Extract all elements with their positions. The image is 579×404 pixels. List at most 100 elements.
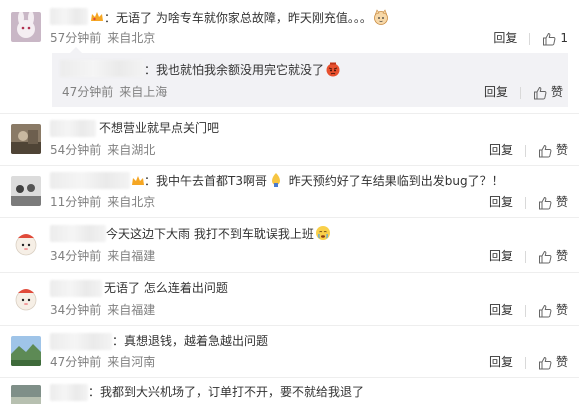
comment-item: ：无语了 为啥专车就你家总故障，昨天刚充值。。。 57分钟前 来自北京 回复 1 … xyxy=(0,0,579,112)
comment-time: 34分钟前 xyxy=(50,249,102,263)
comment-actions: 回复 1 xyxy=(493,30,568,47)
avatar[interactable] xyxy=(11,124,41,154)
reply-body: ：我也就怕我余额没用完它就没了 xyxy=(144,63,325,77)
like-count: 1 xyxy=(560,31,568,45)
reply-actions: 回复 赞 xyxy=(484,84,563,101)
comment-source: 来自福建 xyxy=(107,303,156,317)
cat-emoji-icon xyxy=(373,9,389,25)
avatar[interactable] xyxy=(11,283,41,313)
username[interactable] xyxy=(50,8,88,25)
thumbs-up-icon xyxy=(543,32,556,45)
avatar[interactable] xyxy=(11,336,41,366)
username[interactable] xyxy=(50,384,88,401)
like-button[interactable]: 1 xyxy=(542,30,568,47)
comment-item: ：真想退钱，越着急越出问题 47分钟前 来自河南 回复 赞 xyxy=(0,326,579,376)
reply-button[interactable]: 回复 xyxy=(489,142,513,159)
thumbs-up-icon xyxy=(538,144,552,157)
comment-item: ：我中午去首都T3啊哥 昨天预约好了车结果临到出发bug了？！ 11分钟前 来自北… xyxy=(0,166,579,216)
action-divider xyxy=(524,356,526,369)
comment-body: 今天这边下大雨 我打不到车耽误我上班 xyxy=(106,227,314,241)
username[interactable] xyxy=(50,280,102,297)
comment-source: 来自福建 xyxy=(107,249,156,263)
like-button[interactable]: 赞 xyxy=(538,248,568,265)
comment-text: ：真想退钱，越着急越出问题 xyxy=(112,334,269,348)
comment-time: 34分钟前 xyxy=(50,303,102,317)
like-button[interactable]: 赞 xyxy=(538,354,568,371)
reply-username[interactable] xyxy=(60,60,144,77)
comment-meta: 54分钟前 来自湖北 xyxy=(50,142,155,159)
reply-thread: ：我也就怕我余额没用完它就没了 47分钟前 来自上海 回复 赞 xyxy=(52,47,568,107)
like-label: 赞 xyxy=(555,249,568,263)
like-label: 赞 xyxy=(555,355,568,369)
comment-text: ：我都到大兴机场了，订单打不开，要不就给我退了 xyxy=(88,385,365,399)
comment-text: ：我中午去首都T3啊哥 昨天预约好了车结果临到出发bug了？！ xyxy=(144,172,504,190)
reply-button[interactable]: 回复 xyxy=(489,248,513,265)
comment-time: 11分钟前 xyxy=(50,195,102,209)
like-label: 赞 xyxy=(555,303,568,317)
vip-badge-icon xyxy=(131,175,145,187)
action-divider xyxy=(519,86,521,99)
like-button[interactable]: 赞 xyxy=(538,302,568,319)
comment-time: 47分钟前 xyxy=(50,355,102,369)
vip-crown-icon xyxy=(90,11,104,23)
comment-text: 今天这边下大雨 我打不到车耽误我上班 xyxy=(106,225,332,243)
like-label: 赞 xyxy=(555,195,568,209)
comment-item: ：我都到大兴机场了，订单打不开，要不就给我退了 xyxy=(0,378,579,404)
like-label: 赞 xyxy=(555,143,568,157)
reply-button[interactable]: 回复 xyxy=(484,84,508,101)
sweat-face-emoji-icon xyxy=(268,172,284,188)
reply-source: 来自上海 xyxy=(119,85,168,99)
reply-time: 47分钟前 xyxy=(62,85,114,99)
comment-source: 来自北京 xyxy=(107,195,156,209)
comment-meta: 34分钟前 来自福建 xyxy=(50,248,155,265)
comment-source: 来自河南 xyxy=(107,355,156,369)
action-divider xyxy=(524,304,526,317)
username[interactable] xyxy=(50,172,130,189)
reply-button[interactable]: 回复 xyxy=(489,194,513,211)
comment-meta: 34分钟前 来自福建 xyxy=(50,302,155,319)
comment-time: 54分钟前 xyxy=(50,143,102,157)
username[interactable] xyxy=(50,225,106,242)
angry-face-emoji-icon xyxy=(325,61,341,77)
comment-body-continued: 昨天预约好了车结果临到出发bug了？！ xyxy=(288,174,504,188)
reply-button[interactable]: 回复 xyxy=(493,30,517,47)
comment-text: ：无语了 为啥专车就你家总故障，昨天刚充值。。。 xyxy=(104,9,390,27)
thumbs-up-icon xyxy=(538,304,552,317)
username[interactable] xyxy=(50,120,96,137)
like-button[interactable]: 赞 xyxy=(538,142,568,159)
avatar[interactable] xyxy=(11,12,41,42)
comment-actions: 回复 赞 xyxy=(489,354,568,371)
comment-source: 来自北京 xyxy=(107,31,156,45)
comment-item: 不想营业就早点关门吧 54分钟前 来自湖北 回复 赞 xyxy=(0,114,579,164)
reply-button[interactable]: 回复 xyxy=(489,302,513,319)
username[interactable] xyxy=(50,333,112,350)
action-divider xyxy=(524,144,526,157)
like-label: 赞 xyxy=(550,85,563,99)
action-divider xyxy=(529,32,531,45)
comment-text: 无语了 怎么连着出问题 xyxy=(104,281,228,295)
comment-source: 来自湖北 xyxy=(107,143,156,157)
avatar[interactable] xyxy=(11,385,41,404)
like-button[interactable]: 赞 xyxy=(533,84,563,101)
comment-actions: 回复 赞 xyxy=(489,194,568,211)
comment-actions: 回复 赞 xyxy=(489,248,568,265)
comment-body: ：无语了 为啥专车就你家总故障，昨天刚充值。。。 xyxy=(104,11,372,25)
comment-item: 无语了 怎么连着出问题 34分钟前 来自福建 回复 赞 xyxy=(0,273,579,324)
crying-face-emoji-icon xyxy=(315,225,331,241)
comment-body: ：我中午去首都T3啊哥 xyxy=(144,174,267,188)
comment-actions: 回复 赞 xyxy=(489,302,568,319)
reply-meta: 47分钟前 来自上海 xyxy=(62,84,167,101)
avatar[interactable] xyxy=(11,176,41,206)
thumbs-up-icon xyxy=(533,86,547,99)
comment-meta: 11分钟前 来自北京 xyxy=(50,194,155,211)
comment-meta: 47分钟前 来自河南 xyxy=(50,354,155,371)
thumbs-up-icon xyxy=(538,356,552,369)
action-divider xyxy=(524,250,526,263)
comment-actions: 回复 赞 xyxy=(489,142,568,159)
action-divider xyxy=(524,196,526,209)
like-button[interactable]: 赞 xyxy=(538,194,568,211)
avatar[interactable] xyxy=(11,228,41,258)
comment-meta: 57分钟前 来自北京 xyxy=(50,30,155,47)
reply-button[interactable]: 回复 xyxy=(489,354,513,371)
thumbs-up-icon xyxy=(538,196,552,209)
